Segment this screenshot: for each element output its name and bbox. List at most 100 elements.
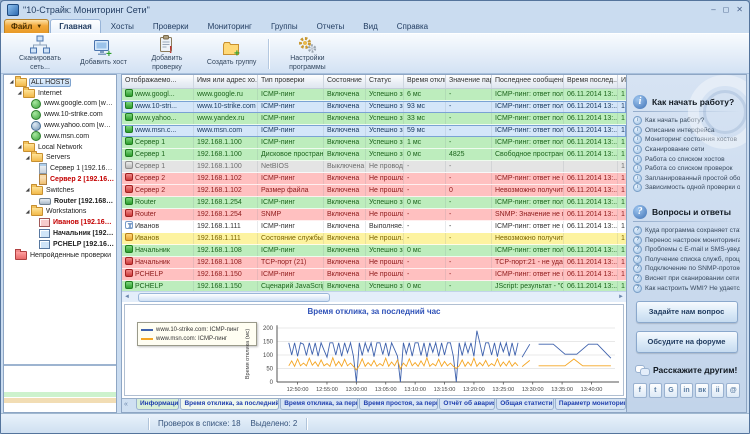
menu-tab-1[interactable]: Главная	[50, 19, 101, 33]
google-plus-icon[interactable]: G	[664, 383, 678, 398]
ask-question-button[interactable]: Задайте нам вопрос	[636, 301, 738, 323]
vk-icon[interactable]: вк	[695, 383, 709, 398]
table-row[interactable]: Router192.168.1.254SNMPВключенаНе прошла…	[122, 209, 626, 221]
tree-item-11[interactable]: ◢Switches	[6, 185, 116, 196]
table-row[interactable]: Router192.168.1.254ICMP-пингВключенаУспе…	[122, 197, 626, 209]
expander-icon[interactable]: ◢	[8, 79, 15, 85]
help-link[interactable]: ?Проблемы с E-mail и SMS-уведомлен...	[633, 245, 740, 255]
help-link[interactable]: iЗапланированный простой оборудов...	[633, 174, 740, 184]
column-header-3[interactable]: Тип проверки	[258, 75, 324, 88]
bottom-tab-2[interactable]: Время отклика, за последний час	[180, 399, 279, 410]
table-row[interactable]: Сервер 2192.168.1.102ICMP-пингВключенаНе…	[122, 173, 626, 185]
menu-tab-5[interactable]: Группы	[262, 19, 307, 33]
menu-tab-8[interactable]: Справка	[388, 19, 437, 33]
cell: ICMP-пинг	[258, 89, 324, 100]
help-link[interactable]: ?Подключение по SNMP-протоколу	[633, 264, 740, 274]
column-header-2[interactable]: Имя или адрес хо...	[194, 75, 258, 88]
tree-item-8[interactable]: ◢Servers	[6, 153, 116, 164]
table-row[interactable]: PCHELP192.168.1.150ICMP-пингВключенаНе п…	[122, 269, 626, 281]
table-row[interactable]: Иванов192.168.1.111ICMP-пингВключенаВыпо…	[122, 221, 626, 233]
bottom-tab-6[interactable]: Общая статистика	[496, 399, 554, 410]
tree-item-12[interactable]: Router [192.168.1.254]	[6, 196, 116, 207]
horizontal-scrollbar[interactable]: ◄ ►	[122, 291, 626, 302]
tree-item-9[interactable]: Сервер 1 [192.168.1.100]	[6, 163, 116, 174]
column-header-1[interactable]: Отображаемо...	[122, 75, 194, 88]
table-row[interactable]: www.10-stri...www.10-strike.comICMP-пинг…	[122, 101, 626, 113]
help-link[interactable]: ?Как настроить WMI? Не удается нас...	[633, 283, 740, 293]
table-row[interactable]: www.yahoo...www.yandex.ruICMP-пингВключе…	[122, 113, 626, 125]
expander-icon[interactable]: ◢	[24, 187, 31, 193]
minimize-button[interactable]: –	[711, 5, 715, 14]
tree-item-15[interactable]: Начальник [192.168.1.108]	[6, 228, 116, 239]
column-header-7[interactable]: Значение пар...	[446, 75, 492, 88]
expander-icon[interactable]: ◢	[24, 155, 31, 161]
cell: Включена	[324, 209, 366, 220]
tree-item-10[interactable]: Сервер 2 [192.168.1.102]	[6, 174, 116, 185]
bottom-tab-7[interactable]: Параметр мониторинга	[555, 399, 626, 410]
scroll-left-icon[interactable]: ◄	[122, 293, 132, 302]
table-row[interactable]: Сервер 1192.168.1.100ICMP-пингВключенаУс…	[122, 137, 626, 149]
bottom-tab-1[interactable]: Информация	[136, 399, 179, 410]
maximize-button[interactable]: ◻	[723, 5, 730, 14]
close-button[interactable]: ✕	[736, 5, 743, 14]
bottom-tab-5[interactable]: Отчёт об авариях	[439, 399, 495, 410]
table-row[interactable]: Иванов192.168.1.111Состояние службыВключ…	[122, 233, 626, 245]
help-link[interactable]: iРабота со списком проверок	[633, 164, 740, 174]
toolbar-button-settings[interactable]: Настройки программы	[274, 36, 340, 72]
tree-item-16[interactable]: PCHELP [192.168.1.150]	[6, 239, 116, 250]
column-header-8[interactable]: Последнее сообщение	[492, 75, 564, 88]
bottom-tab-4[interactable]: Время простоя, за период	[359, 399, 438, 410]
menu-tab-6[interactable]: Отчеты	[308, 19, 354, 33]
twitter-icon[interactable]: t	[649, 383, 663, 398]
table-row[interactable]: Начальник192.168.1.108TCP-порт (21)Включ…	[122, 257, 626, 269]
scrollbar-thumb[interactable]	[138, 293, 330, 302]
tree-item-7[interactable]: ◢Local Network	[6, 142, 116, 153]
help-link[interactable]: ?Перенос настроек мониторинга на д...	[633, 235, 740, 245]
table-row[interactable]: www.msn.c...www.msn.comICMP-пингВключена…	[122, 125, 626, 137]
toolbar-button-add-host[interactable]: +Добавить хост	[73, 36, 134, 72]
menu-tab-7[interactable]: Вид	[354, 19, 386, 33]
toolbar-button-scan-network[interactable]: Сканировать сеть...	[7, 36, 73, 72]
tree-item-13[interactable]: ◢Workstations	[6, 207, 116, 218]
forum-button[interactable]: Обсудите на форуме	[636, 331, 738, 353]
tree-item-5[interactable]: www.yahoo.com [www.yandex.ru]	[6, 120, 116, 131]
column-header-4[interactable]: Состояние	[324, 75, 366, 88]
tree-item-14[interactable]: Иванов [192.168.1.111]	[6, 217, 116, 228]
toolbar-button-create-group[interactable]: +Создать группу	[200, 36, 264, 72]
help-link[interactable]: iРабота со списком хостов	[633, 154, 740, 164]
column-header-6[interactable]: Время отклика	[404, 75, 446, 88]
menu-tab-4[interactable]: Мониторинг	[199, 19, 261, 33]
tree-item-3[interactable]: www.google.com [www.google.ru]	[6, 99, 116, 110]
menu-tab-2[interactable]: Хосты	[102, 19, 143, 33]
tree-item-17[interactable]: Непройденные проверки	[6, 250, 116, 261]
help-link[interactable]: ?Куда программа сохраняет статисти...	[633, 226, 740, 236]
column-header-5[interactable]: Статус	[366, 75, 404, 88]
tree-item-4[interactable]: www.10-strike.com	[6, 109, 116, 120]
table-row[interactable]: Сервер 1192.168.1.100Дисковое пространст…	[122, 149, 626, 161]
table-row[interactable]: Сервер 2192.168.1.102Размер файлаВключен…	[122, 185, 626, 197]
help-link[interactable]: iЗависимость одной проверки от дру...	[633, 183, 740, 193]
scroll-right-icon[interactable]: ►	[616, 293, 626, 302]
file-menu-button[interactable]: Файл ▼	[4, 19, 49, 33]
column-header-9[interactable]: Время послед...	[564, 75, 618, 88]
collapse-panel-icon[interactable]: «	[124, 401, 128, 409]
expander-icon[interactable]: ◢	[16, 144, 23, 150]
menu-tab-3[interactable]: Проверки	[144, 19, 198, 33]
bottom-tab-3[interactable]: Время отклика, за период	[280, 399, 358, 410]
toolbar-button-add-check[interactable]: !Добавить проверку	[134, 36, 200, 72]
help-link[interactable]: ?Получение списка служб, процессов...	[633, 255, 740, 265]
tree-item-2[interactable]: ◢Internet	[6, 88, 116, 99]
column-header-10[interactable]: И	[618, 75, 626, 88]
linkedin-icon[interactable]: in	[680, 383, 694, 398]
odnoklassniki-icon[interactable]: ii	[711, 383, 725, 398]
table-row[interactable]: Сервер 1192.168.1.100NetBIOSВыключенаНе …	[122, 161, 626, 173]
cell: 06.11.2014 13:...	[564, 245, 618, 256]
help-link[interactable]: ?Виснет при сканировании сети с вк...	[633, 274, 740, 284]
email-icon[interactable]: @	[726, 383, 740, 398]
table-row[interactable]: www.googl...www.google.ruICMP-пингВключе…	[122, 89, 626, 101]
table-row[interactable]: Начальник192.168.1.108ICMP-пингВключенаУ…	[122, 245, 626, 257]
expander-icon[interactable]: ◢	[24, 209, 31, 215]
table-row[interactable]: PCHELP192.168.1.150Сценарий JavaScriptВк…	[122, 281, 626, 291]
expander-icon[interactable]: ◢	[16, 90, 23, 96]
facebook-icon[interactable]: f	[633, 383, 647, 398]
